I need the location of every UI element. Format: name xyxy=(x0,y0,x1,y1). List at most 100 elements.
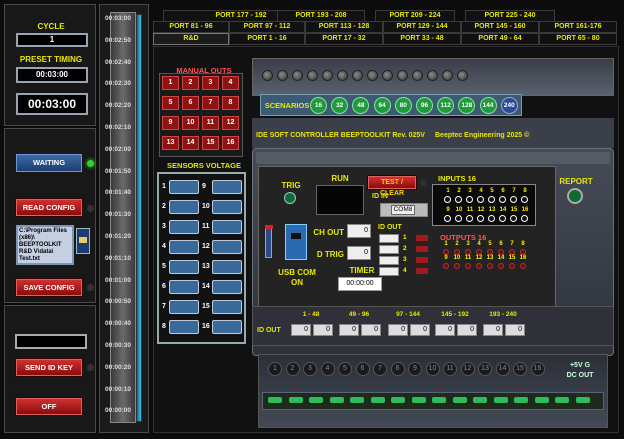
tab-port-3[interactable]: PORT 33 - 48 xyxy=(383,33,461,45)
id-out-range-high[interactable]: 0 xyxy=(457,324,477,336)
output-number: 10 xyxy=(453,255,461,261)
manual-out-button-1[interactable]: 1 xyxy=(162,76,179,90)
id-out-range-low[interactable]: 0 xyxy=(339,324,359,336)
input-number: 11 xyxy=(466,207,474,213)
id-out-range-high[interactable]: 0 xyxy=(505,324,525,336)
folder-browse-button[interactable] xyxy=(76,228,90,254)
config-path-field[interactable]: C:\Program Files (x86)\ BEEPTOOLKIT R&D … xyxy=(16,225,74,265)
sensors-panel xyxy=(157,172,246,344)
tab-port-11[interactable]: PORT 161-176 xyxy=(539,21,617,33)
input-number: 7 xyxy=(512,188,516,194)
tab-port-1[interactable]: PORT 1 - 16 xyxy=(229,33,305,45)
id-out-range-low[interactable]: 0 xyxy=(388,324,408,336)
id-out-field[interactable] xyxy=(379,267,399,276)
tab-port-10[interactable]: PORT 145 - 160 xyxy=(461,21,539,33)
terminal-screw xyxy=(307,70,318,81)
input-led-12 xyxy=(477,215,484,222)
tab-rd[interactable]: R&D xyxy=(153,33,229,45)
id-key-field[interactable] xyxy=(15,334,87,349)
scenario-button-96[interactable]: 96 xyxy=(416,97,433,114)
manual-out-button-9[interactable]: 9 xyxy=(162,116,179,130)
com-port-select[interactable]: COM8 xyxy=(391,205,415,215)
id-out-range-high[interactable]: 0 xyxy=(361,324,381,336)
sensor-voltage-14 xyxy=(212,280,242,294)
id-out-range-low[interactable]: 0 xyxy=(435,324,455,336)
timeline-slider[interactable] xyxy=(136,14,142,422)
output-number: 12 xyxy=(475,255,483,261)
input-led-8 xyxy=(521,196,528,203)
off-button[interactable]: OFF xyxy=(16,398,82,415)
preset-timing-field[interactable]: 00:03:00 xyxy=(16,67,88,83)
terminal-pin-9: 9 xyxy=(408,362,422,376)
timeline-tick-label: 00:02:50 xyxy=(104,36,132,44)
output-led-15 xyxy=(509,263,515,269)
usb-switch[interactable] xyxy=(265,228,272,258)
manual-out-button-6[interactable]: 6 xyxy=(182,96,199,110)
manual-out-button-12[interactable]: 12 xyxy=(222,116,239,130)
sensor-voltage-7 xyxy=(169,300,199,314)
terminal-screw xyxy=(277,70,288,81)
id-out-field[interactable] xyxy=(379,234,399,243)
id-out-range-high[interactable]: 0 xyxy=(313,324,333,336)
id-out-field[interactable] xyxy=(379,256,399,265)
tab-port-7[interactable]: PORT 97 - 112 xyxy=(229,21,305,33)
input-led-6 xyxy=(499,196,506,203)
tab-port-4[interactable]: PORT 49 - 64 xyxy=(461,33,539,45)
sensor-number: 10 xyxy=(202,203,210,210)
id-out-range-low[interactable]: 0 xyxy=(483,324,503,336)
sensor-number: 16 xyxy=(202,323,210,330)
trig-button[interactable] xyxy=(284,192,296,204)
terminal-screw xyxy=(412,70,423,81)
terminal-pin-4: 4 xyxy=(320,362,335,376)
scenario-button-80[interactable]: 80 xyxy=(394,97,412,114)
input-led-7 xyxy=(510,196,517,203)
ch-out-field[interactable]: 0 xyxy=(347,224,371,238)
test-clear-button[interactable]: TEST / CLEAR xyxy=(368,176,416,197)
id-out-led xyxy=(416,246,428,252)
manual-out-button-11[interactable]: 11 xyxy=(202,116,219,130)
d-trig-field[interactable]: 0 xyxy=(347,246,371,260)
manual-out-button-14[interactable]: 14 xyxy=(182,136,199,150)
waiting-button[interactable]: WAITING xyxy=(16,154,82,172)
manual-out-button-7[interactable]: 7 xyxy=(202,96,219,110)
input-led-5 xyxy=(488,196,495,203)
tab-port-2[interactable]: PORT 17 - 32 xyxy=(305,33,383,45)
save-config-button[interactable]: SAVE CONFIG xyxy=(16,279,82,296)
tab-port-6[interactable]: PORT 81 - 96 xyxy=(153,21,229,33)
terminal-screw xyxy=(292,70,303,81)
tab-port-9[interactable]: PORT 129 - 144 xyxy=(383,21,461,33)
manual-out-button-16[interactable]: 16 xyxy=(222,136,239,150)
scenario-button-144[interactable]: 144 xyxy=(479,97,497,114)
scenario-button-16[interactable]: 16 xyxy=(310,97,327,114)
send-id-key-button[interactable]: SEND ID KEY xyxy=(16,359,82,376)
manual-out-button-13[interactable]: 13 xyxy=(162,136,179,150)
timeline-tick-label: 00:01:10 xyxy=(104,254,132,262)
sensor-number: 3 xyxy=(162,223,166,230)
terminal-pin-13: 13 xyxy=(478,362,492,376)
manual-out-button-3[interactable]: 3 xyxy=(202,76,219,90)
id-out-field[interactable] xyxy=(379,245,399,254)
manual-out-button-5[interactable]: 5 xyxy=(162,96,179,110)
manual-out-button-8[interactable]: 8 xyxy=(222,96,239,110)
tab-port-8[interactable]: PORT 113 - 128 xyxy=(305,21,383,33)
sensor-number: 11 xyxy=(202,223,210,230)
manual-out-button-15[interactable]: 15 xyxy=(202,136,219,150)
input-led-13 xyxy=(488,215,495,222)
cycle-field[interactable]: 1 xyxy=(16,33,88,47)
scenario-button-240[interactable]: 240 xyxy=(500,97,518,114)
manual-out-button-4[interactable]: 4 xyxy=(222,76,239,90)
read-config-button[interactable]: READ CONFIG xyxy=(16,199,82,216)
status-led xyxy=(555,397,569,403)
report-label: REPORT xyxy=(559,177,593,186)
manual-out-button-2[interactable]: 2 xyxy=(182,76,199,90)
input-led-9 xyxy=(444,215,451,222)
report-button[interactable] xyxy=(567,188,583,204)
id-out-range-low[interactable]: 0 xyxy=(291,324,311,336)
manual-out-button-10[interactable]: 10 xyxy=(182,116,199,130)
id-out-range-high[interactable]: 0 xyxy=(410,324,430,336)
scenario-button-64[interactable]: 64 xyxy=(373,97,391,114)
id-in-label: ID IN xyxy=(372,193,388,200)
sensor-voltage-3 xyxy=(169,220,199,234)
input-number: 9 xyxy=(446,207,450,213)
tab-port-5[interactable]: PORT 65 - 80 xyxy=(539,33,617,45)
